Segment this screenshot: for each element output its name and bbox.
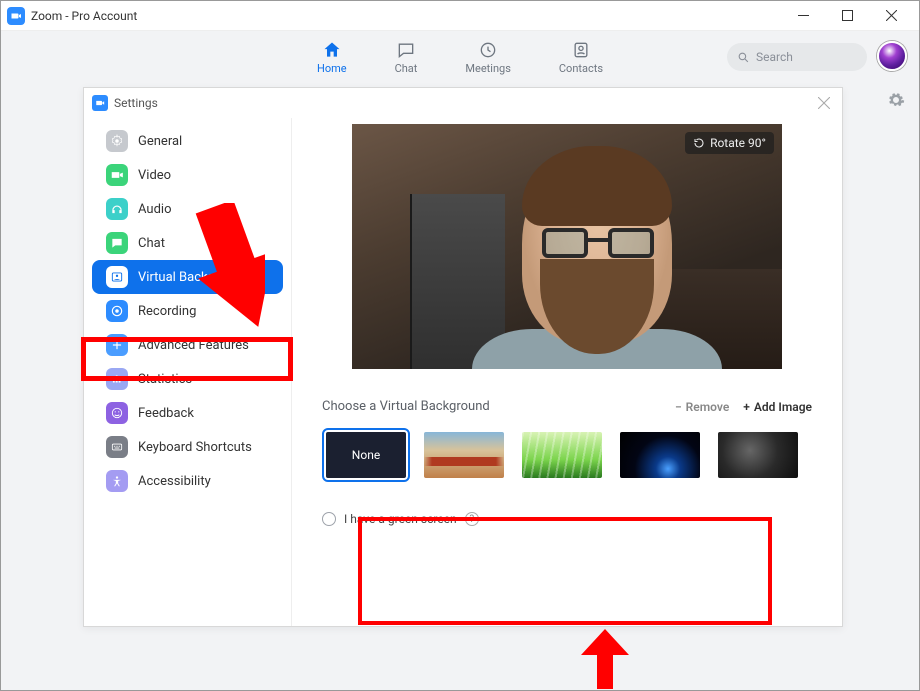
window-maximize-button[interactable]	[825, 2, 869, 30]
settings-item-virtual-background[interactable]: Virtual Background	[92, 260, 283, 294]
nav-label: Meetings	[465, 62, 510, 75]
background-thumbnails: None	[322, 426, 812, 492]
settings-button[interactable]	[887, 91, 905, 113]
close-icon	[818, 97, 830, 109]
rotate-label: Rotate 90°	[710, 136, 766, 150]
gear-icon	[106, 130, 128, 152]
settings-dialog: Settings General Video Audio Chat	[83, 87, 843, 627]
choose-bg-label: Choose a Virtual Background	[322, 399, 661, 414]
settings-item-label: Advanced Features	[138, 338, 249, 353]
keyboard-icon	[106, 436, 128, 458]
video-icon	[106, 164, 128, 186]
nav-chat[interactable]: Chat	[395, 40, 418, 75]
settings-item-label: Chat	[138, 236, 165, 251]
settings-item-label: Keyboard Shortcuts	[138, 440, 252, 455]
settings-item-label: Accessibility	[138, 474, 211, 489]
settings-item-label: Video	[138, 168, 171, 183]
settings-item-label: General	[138, 134, 182, 149]
settings-item-label: Virtual Background	[138, 270, 248, 285]
chat-icon	[106, 232, 128, 254]
nav-contacts[interactable]: Contacts	[559, 40, 603, 75]
dialog-close-button[interactable]	[814, 94, 834, 113]
settings-item-general[interactable]: General	[92, 124, 283, 158]
settings-item-video[interactable]: Video	[92, 158, 283, 192]
zoom-app-icon	[92, 95, 108, 111]
zoom-app-icon	[7, 7, 25, 25]
gear-icon	[887, 91, 905, 109]
video-preview: Rotate 90°	[352, 124, 782, 369]
window-minimize-button[interactable]	[781, 2, 825, 30]
headphones-icon	[106, 198, 128, 220]
settings-item-shortcuts[interactable]: Keyboard Shortcuts	[92, 430, 283, 464]
window-titlebar: Zoom - Pro Account	[1, 1, 919, 31]
search-input[interactable]: Search	[727, 43, 867, 71]
settings-sidebar: General Video Audio Chat Virtual Backgro…	[84, 118, 292, 626]
settings-item-feedback[interactable]: Feedback	[92, 396, 283, 430]
settings-item-accessibility[interactable]: Accessibility	[92, 464, 283, 498]
chat-icon	[396, 40, 416, 60]
nav-meetings[interactable]: Meetings	[465, 40, 510, 75]
nav-home[interactable]: Home	[317, 40, 347, 75]
greenscreen-label: I have a green screen	[344, 512, 457, 526]
plus-icon: +	[743, 400, 750, 414]
window-title: Zoom - Pro Account	[31, 9, 137, 23]
settings-item-label: Statistics	[138, 372, 192, 387]
remove-image-button[interactable]: − Remove	[675, 400, 729, 414]
bg-thumb-grass[interactable]	[522, 432, 602, 478]
accessibility-icon	[106, 470, 128, 492]
avatar[interactable]	[877, 41, 907, 71]
greenscreen-checkbox[interactable]	[322, 512, 336, 526]
nav-label: Home	[317, 62, 347, 75]
settings-item-recording[interactable]: Recording	[92, 294, 283, 328]
home-icon	[322, 40, 342, 60]
help-icon[interactable]: ?	[465, 512, 479, 526]
bg-thumb-none[interactable]: None	[326, 432, 406, 478]
dialog-title: Settings	[114, 96, 158, 110]
settings-item-statistics[interactable]: Statistics	[92, 362, 283, 396]
nav-label: Chat	[395, 62, 418, 75]
add-image-button[interactable]: + Add Image	[743, 400, 812, 414]
search-icon	[737, 51, 750, 64]
plus-icon	[106, 334, 128, 356]
stats-icon	[106, 368, 128, 390]
clock-icon	[478, 40, 498, 60]
settings-item-audio[interactable]: Audio	[92, 192, 283, 226]
rotate-icon	[693, 137, 705, 149]
remove-label: Remove	[686, 400, 730, 414]
contacts-icon	[571, 40, 591, 60]
main-navbar: Home Chat Meetings Contacts Search	[1, 31, 919, 83]
bg-thumb-dark[interactable]	[718, 432, 798, 478]
search-placeholder: Search	[756, 50, 793, 64]
nav-label: Contacts	[559, 62, 603, 75]
bg-thumb-bridge[interactable]	[424, 432, 504, 478]
feedback-icon	[106, 402, 128, 424]
add-label: Add Image	[754, 400, 812, 414]
settings-item-label: Recording	[138, 304, 196, 319]
rotate-button[interactable]: Rotate 90°	[685, 132, 774, 154]
settings-item-label: Feedback	[138, 406, 194, 421]
settings-item-label: Audio	[138, 202, 171, 217]
window-close-button[interactable]	[869, 2, 913, 30]
image-icon	[106, 266, 128, 288]
bg-thumb-earth[interactable]	[620, 432, 700, 478]
settings-item-advanced[interactable]: Advanced Features	[92, 328, 283, 362]
settings-item-chat[interactable]: Chat	[92, 226, 283, 260]
record-icon	[106, 300, 128, 322]
minus-icon: −	[675, 400, 682, 414]
